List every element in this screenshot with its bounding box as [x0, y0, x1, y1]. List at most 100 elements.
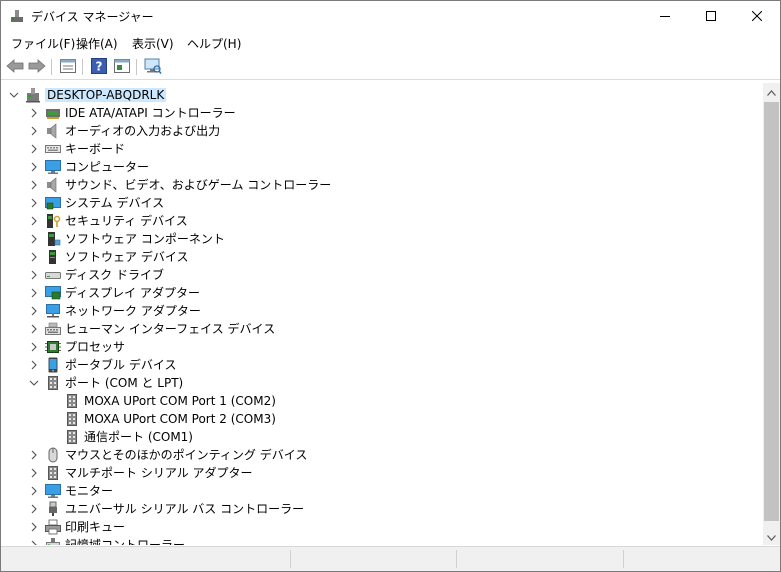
port-icon [64, 411, 80, 427]
tree-node-category[interactable]: ユニバーサル シリアル バス コントローラー [1, 500, 761, 518]
tree-node-label: コンピューター [65, 160, 150, 174]
scan-hardware-button[interactable] [143, 57, 163, 77]
chevron-right-icon[interactable] [28, 449, 40, 461]
chevron-right-icon[interactable] [28, 503, 40, 515]
chevron-right-icon[interactable] [28, 251, 40, 263]
scroll-up-button[interactable] [763, 83, 780, 100]
tree-node-category[interactable]: ディスプレイ アダプター [1, 284, 761, 302]
minimize-button[interactable] [642, 1, 688, 31]
properties-button[interactable] [58, 57, 78, 77]
back-button[interactable] [5, 57, 25, 77]
tree-node-label: MOXA UPort COM Port 2 (COM3) [84, 412, 276, 426]
chevron-right-icon[interactable] [28, 521, 40, 533]
toolbar-separator [82, 59, 83, 75]
device-manager-app-icon [10, 9, 24, 23]
menu-view[interactable]: 表示(V) [130, 35, 176, 52]
tree-node-device[interactable]: MOXA UPort COM Port 2 (COM3) [1, 410, 761, 428]
chevron-right-icon[interactable] [28, 107, 40, 119]
tree-node-category[interactable]: IDE ATA/ATAPI コントローラー [1, 104, 761, 122]
menu-action[interactable]: 操作(A) [74, 35, 120, 52]
maximize-button[interactable] [688, 1, 734, 31]
tree-node-category[interactable]: ヒューマン インターフェイス デバイス [1, 320, 761, 338]
menu-help[interactable]: ヘルプ(H) [185, 35, 243, 52]
close-icon [752, 11, 762, 21]
display-adapter-icon [45, 285, 61, 301]
chevron-right-icon[interactable] [28, 341, 40, 353]
tree-node-label: マルチポート シリアル アダプター [65, 466, 253, 480]
processor-icon [45, 339, 61, 355]
tree-node-label: ポータブル デバイス [65, 358, 177, 372]
properties-icon [60, 58, 76, 76]
tree-node-label: ヒューマン インターフェイス デバイス [65, 322, 276, 336]
tree-node-category[interactable]: モニター [1, 482, 761, 500]
chevron-right-icon[interactable] [28, 485, 40, 497]
chevron-down-icon [767, 530, 776, 544]
chevron-down-icon[interactable] [28, 377, 40, 389]
chevron-right-icon[interactable] [28, 539, 40, 545]
menu-file[interactable]: ファイル(F) [9, 35, 77, 52]
maximize-icon [706, 11, 716, 21]
window-title: デバイス マネージャー [31, 10, 154, 24]
chevron-right-icon[interactable] [28, 323, 40, 335]
chevron-right-icon[interactable] [28, 125, 40, 137]
chevron-right-icon[interactable] [28, 359, 40, 371]
chevron-right-icon[interactable] [28, 143, 40, 155]
tree-node-category[interactable]: マウスとそのほかのポインティング デバイス [1, 446, 761, 464]
tree-node-root[interactable]: DESKTOP-ABQDRLK [1, 86, 761, 104]
scrollbar-thumb[interactable] [764, 102, 779, 521]
tree-node-category[interactable]: オーディオの入力および出力 [1, 122, 761, 140]
update-driver-button[interactable] [112, 57, 132, 77]
tree-node-category[interactable]: ソフトウェア デバイス [1, 248, 761, 266]
chevron-right-icon[interactable] [28, 161, 40, 173]
tree-node-category[interactable]: ソフトウェア コンポーネント [1, 230, 761, 248]
vertical-scrollbar[interactable] [763, 83, 780, 545]
chevron-right-icon[interactable] [28, 179, 40, 191]
forward-button[interactable] [27, 57, 47, 77]
port-icon [64, 429, 80, 445]
chevron-down-icon[interactable] [8, 89, 20, 101]
tree-node-label: サウンド、ビデオ、およびゲーム コントローラー [65, 178, 332, 192]
tree-node-label: モニター [65, 484, 114, 498]
system-device-icon [45, 195, 61, 211]
chevron-right-icon[interactable] [28, 215, 40, 227]
tree-node-category[interactable]: コンピューター [1, 158, 761, 176]
device-tree[interactable]: DESKTOP-ABQDRLK IDE ATA/ATAPI コントローラー オーディ… [1, 83, 763, 545]
scroll-down-button[interactable] [763, 528, 780, 545]
chevron-right-icon[interactable] [28, 233, 40, 245]
tree-node-category[interactable]: ポータブル デバイス [1, 356, 761, 374]
tree-node-device[interactable]: MOXA UPort COM Port 1 (COM2) [1, 392, 761, 410]
title-bar[interactable]: デバイス マネージャー [1, 1, 780, 31]
security-key-icon [45, 213, 61, 229]
tree-node-category[interactable]: ネットワーク アダプター [1, 302, 761, 320]
tree-node-label: セキュリティ デバイス [65, 214, 188, 228]
tree-node-category[interactable]: システム デバイス [1, 194, 761, 212]
disk-drive-icon [45, 267, 61, 283]
chevron-right-icon[interactable] [28, 269, 40, 281]
tree-node-category[interactable]: ポート (COM と LPT) [1, 374, 761, 392]
tree-node-category[interactable]: ディスク ドライブ [1, 266, 761, 284]
tree-node-category[interactable]: 記憶域コントローラー [1, 536, 761, 545]
toolbar: ? [1, 55, 780, 80]
chevron-right-icon[interactable] [28, 287, 40, 299]
tree-node-device[interactable]: 通信ポート (COM1) [1, 428, 761, 446]
mouse-icon [45, 447, 61, 463]
tree-node-category[interactable]: サウンド、ビデオ、およびゲーム コントローラー [1, 176, 761, 194]
back-arrow-icon [6, 58, 24, 76]
hid-icon [45, 321, 61, 337]
tree-node-category[interactable]: キーボード [1, 140, 761, 158]
chevron-right-icon[interactable] [28, 305, 40, 317]
tree-node-category[interactable]: プロセッサ [1, 338, 761, 356]
tree-node-label: 通信ポート (COM1) [84, 430, 193, 444]
help-icon: ? [91, 57, 107, 77]
help-button[interactable]: ? [89, 57, 109, 77]
tree-node-label: ユニバーサル シリアル バス コントローラー [65, 502, 305, 516]
tree-node-category[interactable]: マルチポート シリアル アダプター [1, 464, 761, 482]
storage-controller-icon [45, 537, 61, 545]
close-button[interactable] [734, 1, 780, 31]
tree-node-label: ネットワーク アダプター [65, 304, 201, 318]
tree-node-category[interactable]: セキュリティ デバイス [1, 212, 761, 230]
tree-node-label: ソフトウェア デバイス [65, 250, 189, 264]
tree-node-category[interactable]: 印刷キュー [1, 518, 761, 536]
chevron-right-icon[interactable] [28, 467, 40, 479]
chevron-right-icon[interactable] [28, 197, 40, 209]
